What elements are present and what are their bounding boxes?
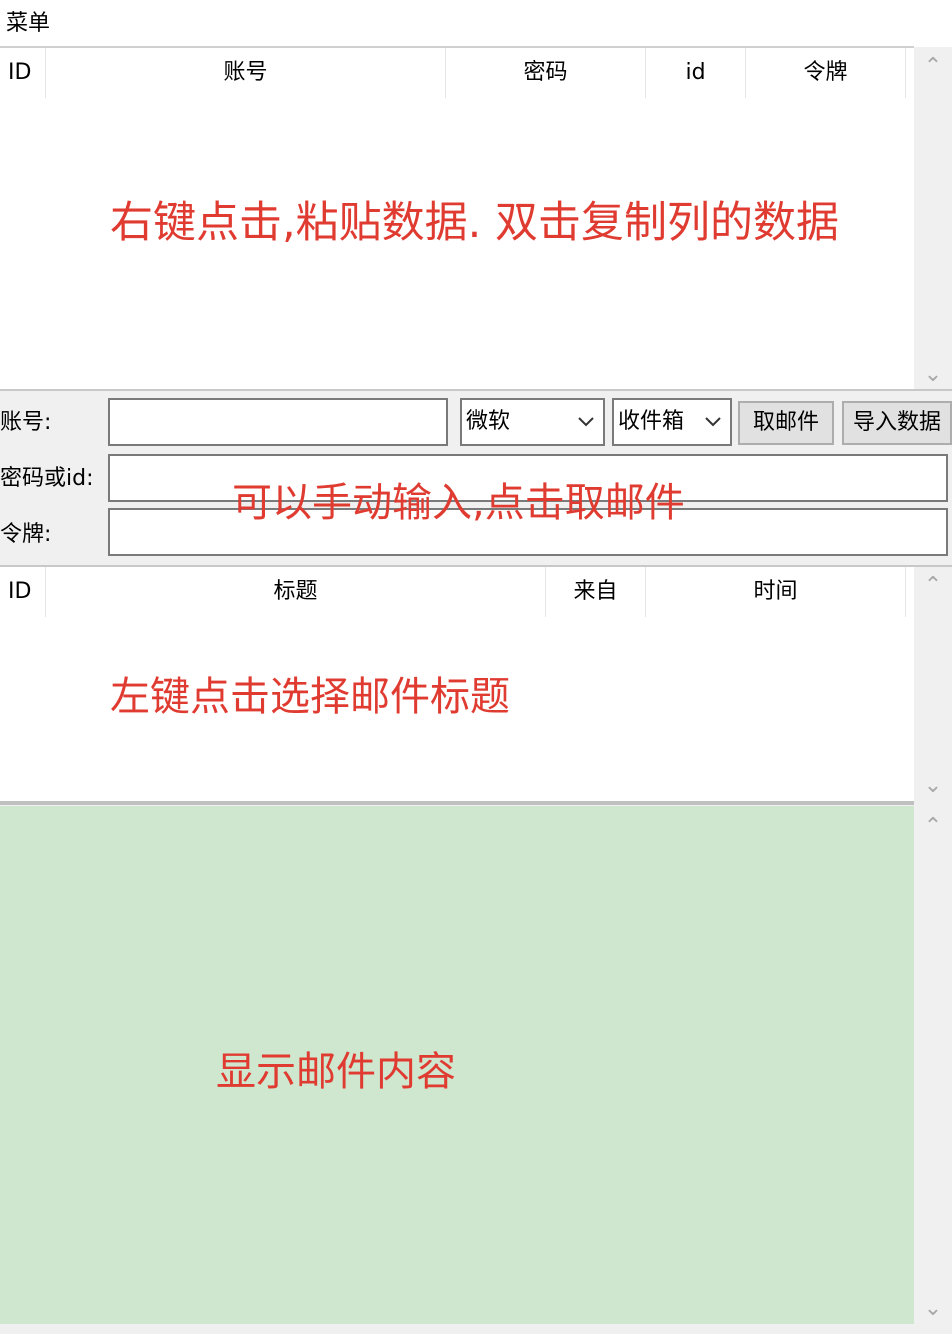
column-header-id-lower[interactable]: id — [646, 48, 746, 98]
import-data-button[interactable]: 导入数据 — [842, 401, 952, 445]
menu-item[interactable]: 菜单 — [6, 10, 50, 38]
column-header-id[interactable]: ID — [0, 567, 46, 617]
accounts-table-scrollbar[interactable]: ⌃ ⌄ — [914, 48, 952, 390]
account-label: 账号: — [0, 410, 52, 435]
account-input[interactable] — [108, 398, 448, 446]
column-header-token[interactable]: 令牌 — [746, 48, 906, 98]
mail-table-hint: 左键点击选择邮件标题 — [110, 674, 510, 720]
column-header-account[interactable]: 账号 — [46, 48, 446, 98]
menu-bar: 菜单 — [0, 0, 952, 47]
mail-table[interactable]: ID 标题 来自 时间 左键点击选择邮件标题 — [0, 567, 914, 801]
chevron-down-icon — [578, 417, 594, 427]
mail-table-border — [0, 801, 914, 805]
folder-select-value: 收件箱 — [618, 409, 685, 434]
column-header-password[interactable]: 密码 — [446, 48, 646, 98]
scroll-down-icon[interactable]: ⌄ — [914, 771, 952, 801]
scroll-down-icon[interactable]: ⌄ — [914, 1294, 952, 1324]
window-bottom-edge — [0, 1324, 914, 1334]
column-header-id[interactable]: ID — [0, 48, 46, 98]
column-header-from[interactable]: 来自 — [546, 567, 646, 617]
mail-table-header: ID 标题 来自 时间 — [0, 567, 906, 617]
chevron-down-icon — [705, 417, 721, 427]
mail-table-scrollbar[interactable]: ⌃ ⌄ — [914, 567, 952, 801]
folder-select[interactable]: 收件箱 — [612, 398, 732, 446]
form-hint: 可以手动输入,点击取邮件 — [232, 480, 685, 526]
accounts-table-hint: 右键点击,粘贴数据. 双击复制列的数据 — [110, 198, 840, 248]
provider-select-value: 微软 — [466, 409, 511, 434]
provider-select[interactable]: 微软 — [460, 398, 605, 446]
accounts-table[interactable]: ID 账号 密码 id 令牌 右键点击,粘贴数据. 双击复制列的数据 — [0, 48, 914, 390]
accounts-table-border — [0, 389, 952, 391]
scroll-up-icon[interactable]: ⌃ — [914, 571, 952, 601]
scroll-up-icon[interactable]: ⌃ — [914, 52, 952, 82]
scroll-up-icon[interactable]: ⌃ — [914, 812, 952, 842]
password-label: 密码或id: — [0, 466, 94, 491]
token-label: 令牌: — [0, 522, 52, 547]
accounts-table-header: ID 账号 密码 id 令牌 — [0, 48, 906, 98]
mail-content[interactable]: 显示邮件内容 — [0, 806, 914, 1324]
column-header-subject[interactable]: 标题 — [46, 567, 546, 617]
fetch-mail-button[interactable]: 取邮件 — [738, 401, 834, 445]
mail-content-scrollbar[interactable]: ⌃ ⌄ — [914, 806, 952, 1334]
column-header-time[interactable]: 时间 — [646, 567, 906, 617]
scroll-down-icon[interactable]: ⌄ — [914, 360, 952, 390]
mail-content-hint: 显示邮件内容 — [216, 1049, 456, 1095]
